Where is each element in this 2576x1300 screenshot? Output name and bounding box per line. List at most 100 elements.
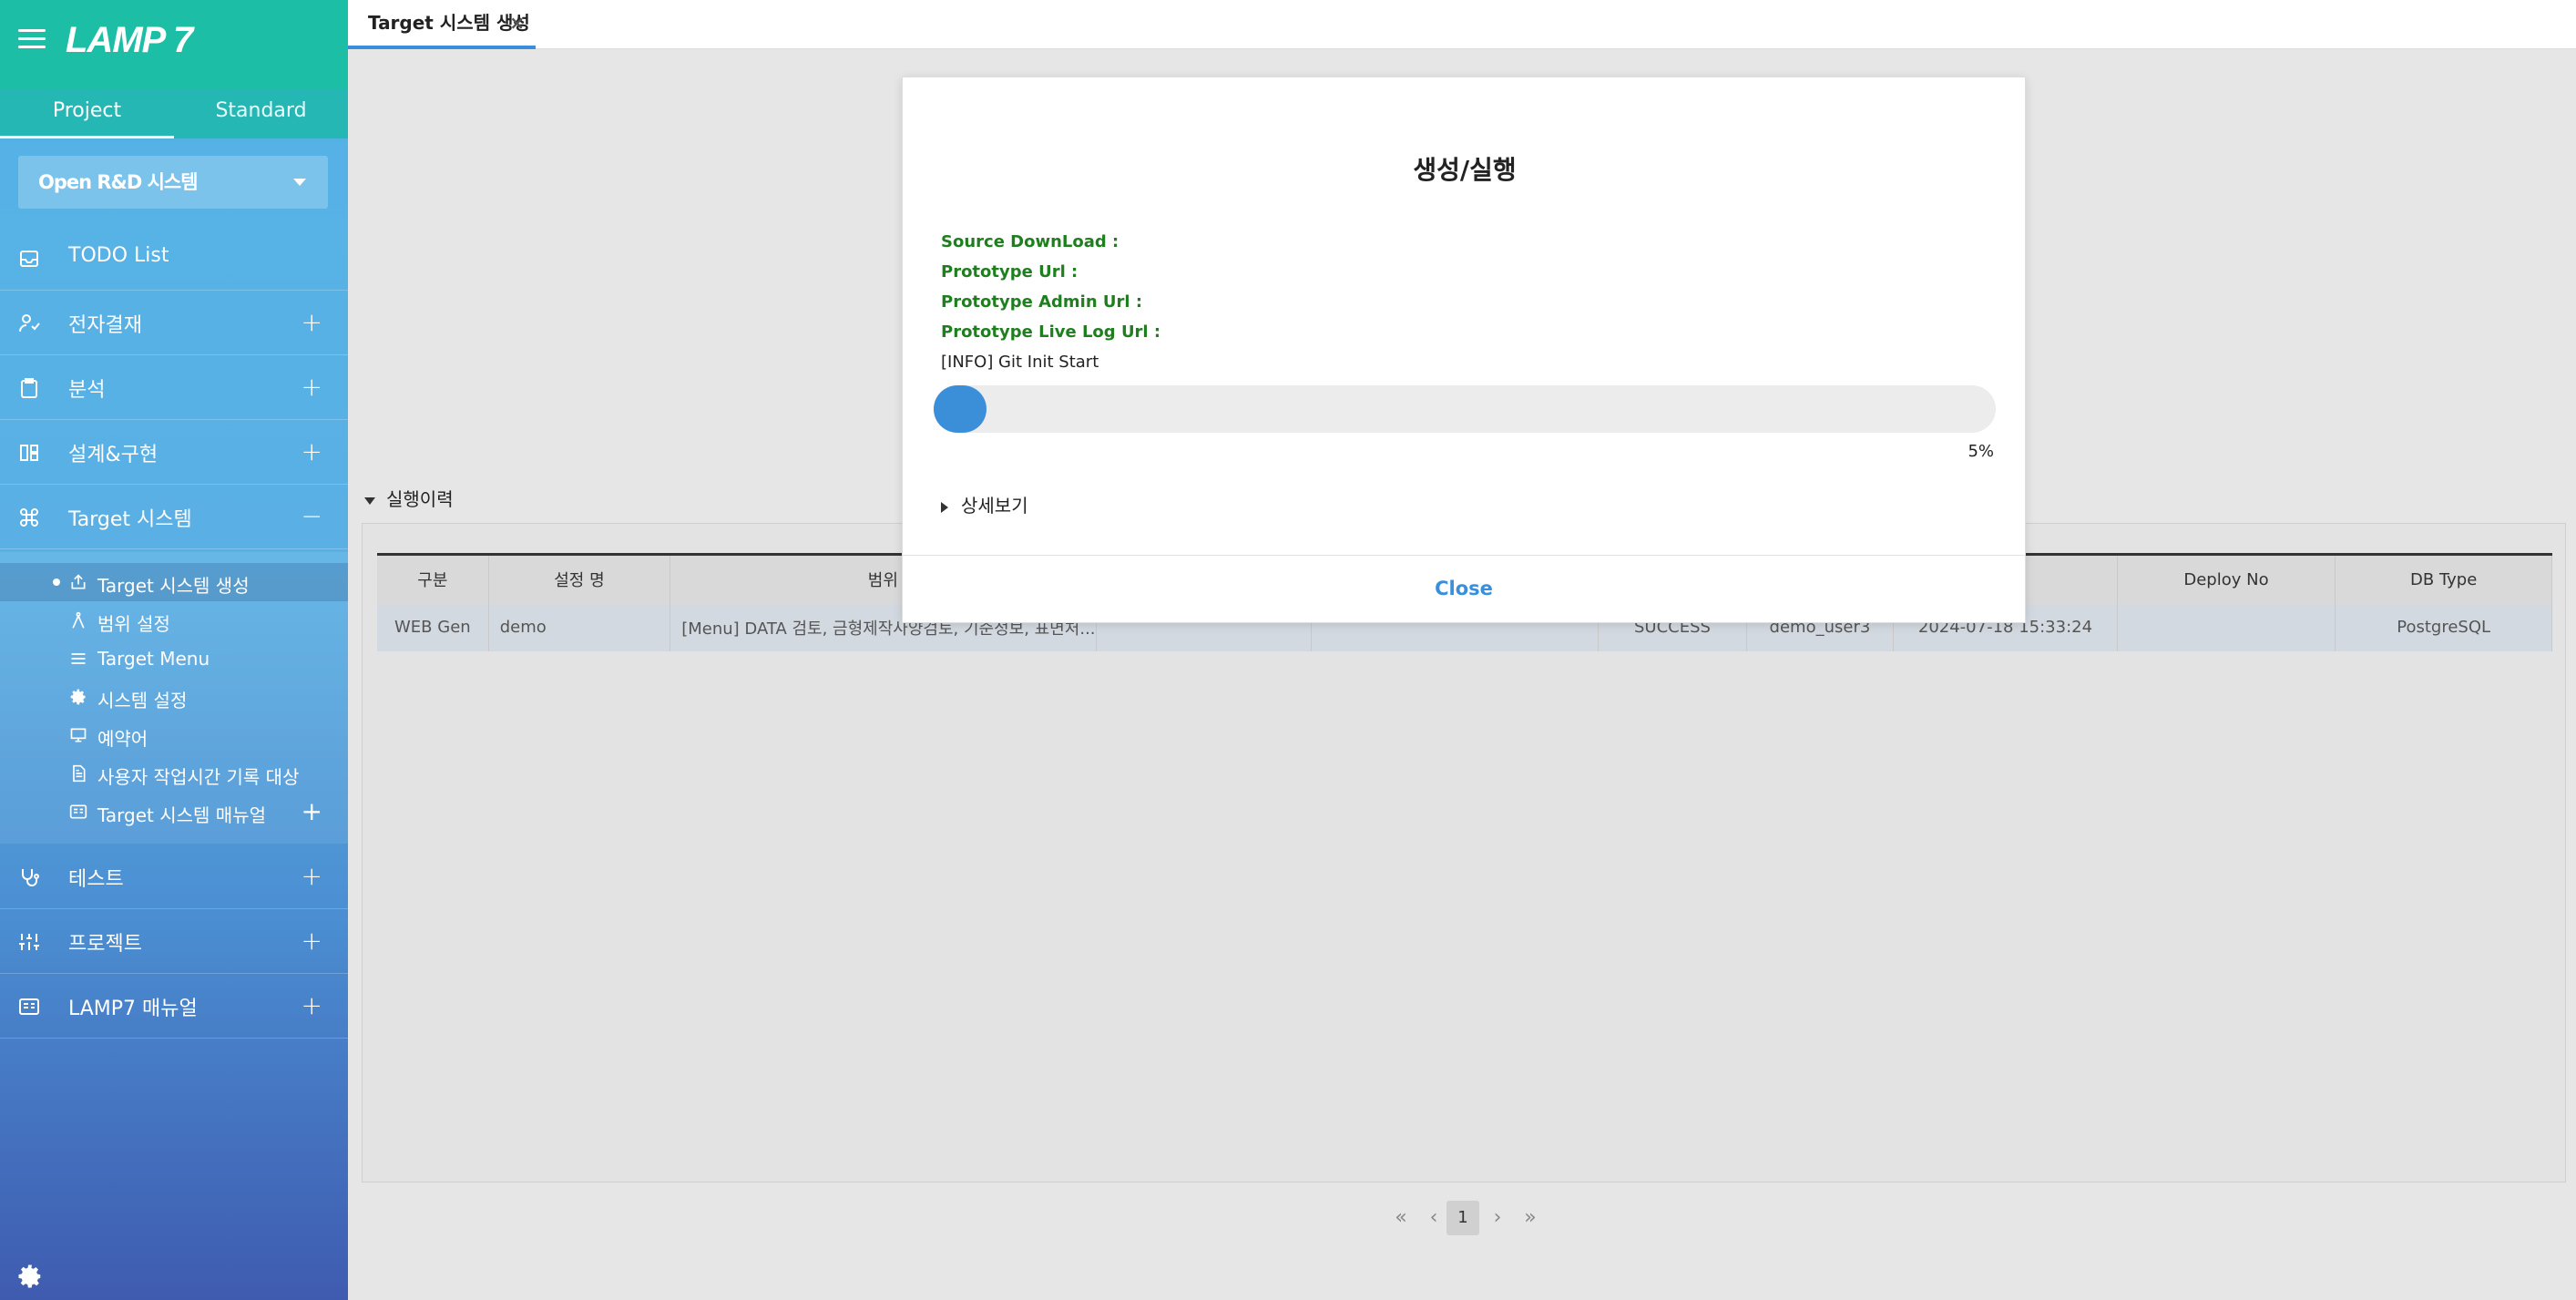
tab-project[interactable]: Project [0,89,174,138]
prev-page-button[interactable]: ‹ [1417,1201,1450,1235]
caret-down-icon [364,496,375,505]
collapse-icon[interactable]: − [302,501,322,531]
sidebar-item-target-system[interactable]: Target 시스템 − [0,485,348,549]
column-header[interactable]: 설정 명 [488,553,671,604]
page-tab-label: Target 시스템 생성 [368,12,530,34]
submenu-item-worktime-targets[interactable]: 사용자 작업시간 기록 대상 [0,754,348,793]
history-title: 실행이력 [386,488,454,510]
stethoscope-icon [22,869,39,886]
expand-icon[interactable]: + [302,861,322,891]
sidebar-item-label: 프로젝트 [68,933,142,956]
expand-icon[interactable]: + [302,307,322,337]
submenu-item-target-manual[interactable]: Target 시스템 매뉴얼 + [0,793,348,831]
source-download-label: Source DownLoad : [941,232,1119,251]
last-page-button[interactable]: » [1514,1201,1547,1235]
clipboard-icon [21,378,37,398]
submenu-label: 사용자 작업시간 기록 대상 [97,766,300,788]
progress-percent: 5% [1968,442,1994,461]
progress-bar [934,385,1996,433]
sidebar-item-todo-list[interactable]: TODO List [0,226,348,291]
hamburger-menu-icon[interactable] [18,29,46,51]
caret-right-icon [941,501,948,513]
next-page-button[interactable]: › [1481,1201,1514,1235]
submenu-item-target-menu[interactable]: Target Menu [0,640,348,678]
prototype-admin-url-label: Prototype Admin Url : [941,292,1143,312]
manual-icon [69,804,87,819]
table-cell [2117,603,2336,651]
page-tab-target-create[interactable]: Target 시스템 생성 × [348,0,536,49]
sidebar-item-label: 전자결재 [68,314,142,337]
dialog-footer: Close [903,555,2025,622]
prototype-live-log-url-label: Prototype Live Log Url : [941,322,1161,342]
sidebar-item-project[interactable]: 프로젝트 + [0,909,348,974]
sidebar: LAMP 7 Project Standard Open R&D 시스템 TOD… [0,0,348,1300]
expand-icon[interactable]: + [302,990,322,1020]
sliders-icon [19,934,39,950]
document-icon [73,764,86,783]
table-cell: PostgreSQL [2335,603,2552,651]
expand-icon[interactable]: + [302,796,322,826]
submenu-item-create[interactable]: Target 시스템 생성 [0,563,348,601]
dialog-title: 생성/실행 [1413,155,1517,185]
generate-run-dialog: 생성/실행 Source DownLoad : Prototype Url : … [902,77,2026,623]
sidebar-header: LAMP 7 [0,0,348,89]
submenu-item-scope[interactable]: 범위 설정 [0,601,348,640]
monitor-icon [70,728,87,742]
submenu-label: Target 시스템 매뉴얼 [97,804,266,826]
project-select[interactable]: Open R&D 시스템 [18,156,328,209]
target-system-submenu: Target 시스템 생성 범위 설정 Target Menu 시스템 설정 예… [0,552,348,844]
submenu-item-reserved-words[interactable]: 예약어 [0,716,348,754]
sidebar-item-design[interactable]: 설계&구현 + [0,420,348,485]
command-icon [20,508,38,527]
compass-icon [72,611,85,629]
log-message: [INFO] Git Init Start [941,353,1099,372]
chevron-down-icon [293,179,306,186]
column-header[interactable]: Deploy No [2117,553,2336,604]
column-header[interactable]: DB Type [2335,553,2552,604]
settings-gear-icon[interactable] [16,1263,44,1290]
submenu-label: Target 시스템 생성 [97,575,250,597]
app-logo: LAMP 7 [66,20,193,60]
submenu-label: 시스템 설정 [97,690,188,711]
sidebar-item-approval[interactable]: 전자결재 + [0,291,348,355]
share-icon [71,574,86,589]
sidebar-tabs: Project Standard [0,89,348,138]
submenu-label: Target Menu [97,648,210,670]
tab-standard[interactable]: Standard [174,89,348,138]
active-dot [53,578,60,586]
page-tab-bar: Target 시스템 생성 × [348,0,2576,49]
submenu-label: 범위 설정 [97,613,170,635]
close-tab-icon[interactable]: × [509,0,525,46]
first-page-button[interactable]: « [1385,1201,1417,1235]
submenu-item-system-settings[interactable]: 시스템 설정 [0,678,348,716]
page-number-current[interactable]: 1 [1446,1201,1479,1235]
progress-bar-fill [934,385,987,433]
sidebar-item-label: Target 시스템 [68,508,192,531]
sidebar-item-test[interactable]: 테스트 + [0,844,348,909]
sidebar-item-lamp7-manual[interactable]: LAMP7 매뉴얼 + [0,974,348,1039]
layout-icon [20,445,38,461]
sidebar-item-label: 분석 [68,379,106,402]
history-section-toggle[interactable]: 실행이력 [364,485,454,511]
expand-icon[interactable]: + [302,436,322,466]
expand-icon[interactable]: + [302,372,322,402]
column-header[interactable]: 구분 [377,553,489,604]
inbox-icon [20,251,38,267]
table-cell: WEB Gen [377,603,489,651]
submenu-label: 예약어 [97,728,148,750]
expand-icon[interactable]: + [302,926,322,956]
prototype-url-label: Prototype Url : [941,262,1078,281]
manual-icon [19,998,39,1015]
project-select-value: Open R&D 시스템 [38,171,199,193]
details-label: 상세보기 [961,495,1028,517]
details-toggle[interactable]: 상세보기 [941,491,1028,517]
sidebar-item-label: TODO List [68,244,169,267]
close-button[interactable]: Close [1435,578,1493,599]
menu-icon [71,653,86,664]
user-check-icon [19,314,40,333]
sidebar-item-label: 테스트 [68,868,124,891]
sidebar-item-label: LAMP7 매뉴얼 [68,998,198,1020]
table-cell: demo [488,603,671,651]
sidebar-item-label: 설계&구현 [68,444,158,466]
sidebar-item-analysis[interactable]: 분석 + [0,355,348,420]
